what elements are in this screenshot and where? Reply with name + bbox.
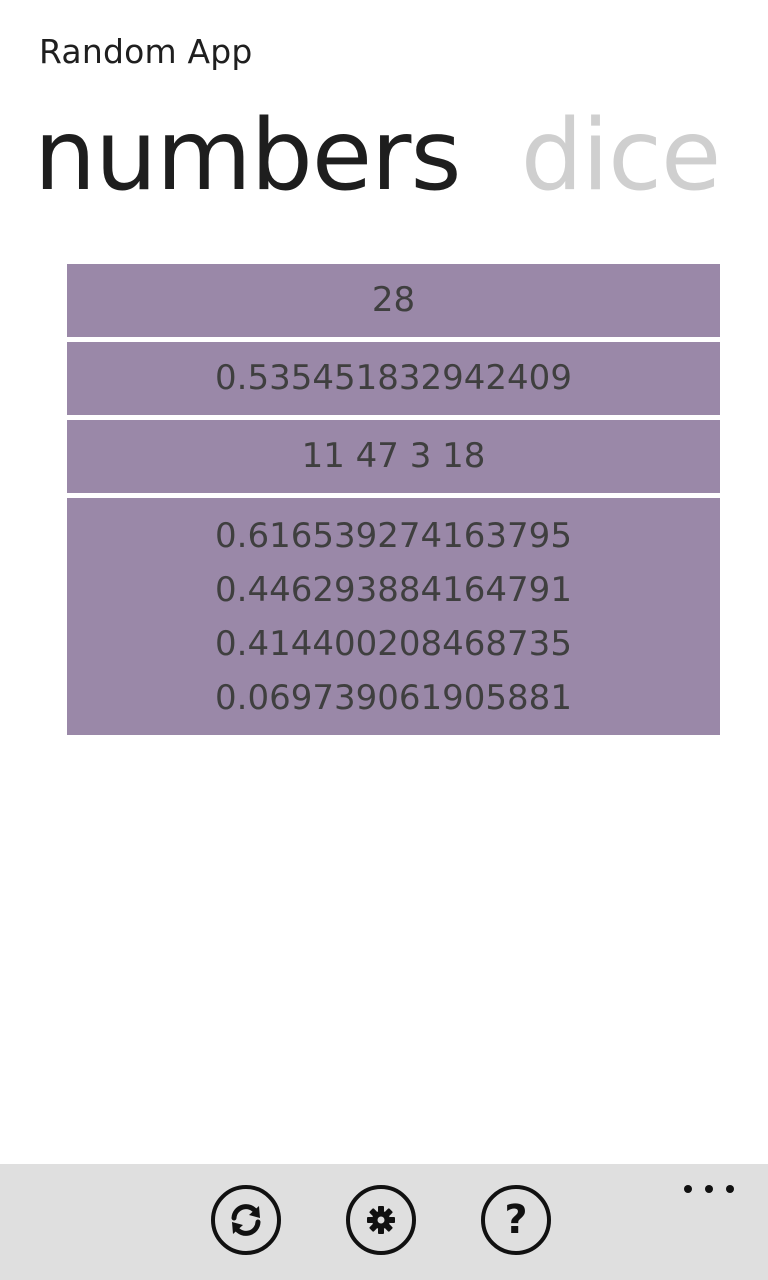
more-options-button[interactable]	[684, 1174, 734, 1204]
help-button[interactable]: ?	[481, 1185, 551, 1255]
ellipsis-icon	[684, 1185, 692, 1193]
refresh-button[interactable]	[211, 1185, 281, 1255]
ellipsis-icon	[726, 1185, 734, 1193]
pivot-tab-dice[interactable]: dice	[521, 96, 722, 216]
app-title: Random App	[39, 32, 253, 71]
results-panel: 28 0.535451832942409 11 47 3 18 0.616539…	[67, 264, 720, 740]
random-decimal-list-result: 0.616539274163795 0.446293884164791 0.41…	[67, 498, 720, 735]
app-bar: ?	[0, 1164, 768, 1280]
settings-button[interactable]	[346, 1185, 416, 1255]
refresh-icon	[231, 1204, 261, 1236]
random-decimal-result: 0.535451832942409	[67, 342, 720, 415]
ellipsis-icon	[705, 1185, 713, 1193]
random-integer-list-result: 11 47 3 18	[67, 420, 720, 493]
help-icon: ?	[504, 1197, 528, 1243]
pivot-tab-numbers[interactable]: numbers	[34, 96, 462, 216]
pivot-header: numbers dice s	[34, 96, 768, 216]
gear-icon	[367, 1206, 395, 1234]
decimal-list-item: 0.446293884164791	[215, 570, 572, 610]
decimal-list-item: 0.414400208468735	[215, 624, 572, 664]
decimal-list-item: 0.616539274163795	[215, 516, 572, 556]
decimal-list-item: 0.069739061905881	[215, 678, 572, 718]
random-integer-result: 28	[67, 264, 720, 337]
app-root: Random App numbers dice s 28 0.535451832…	[0, 0, 768, 1280]
